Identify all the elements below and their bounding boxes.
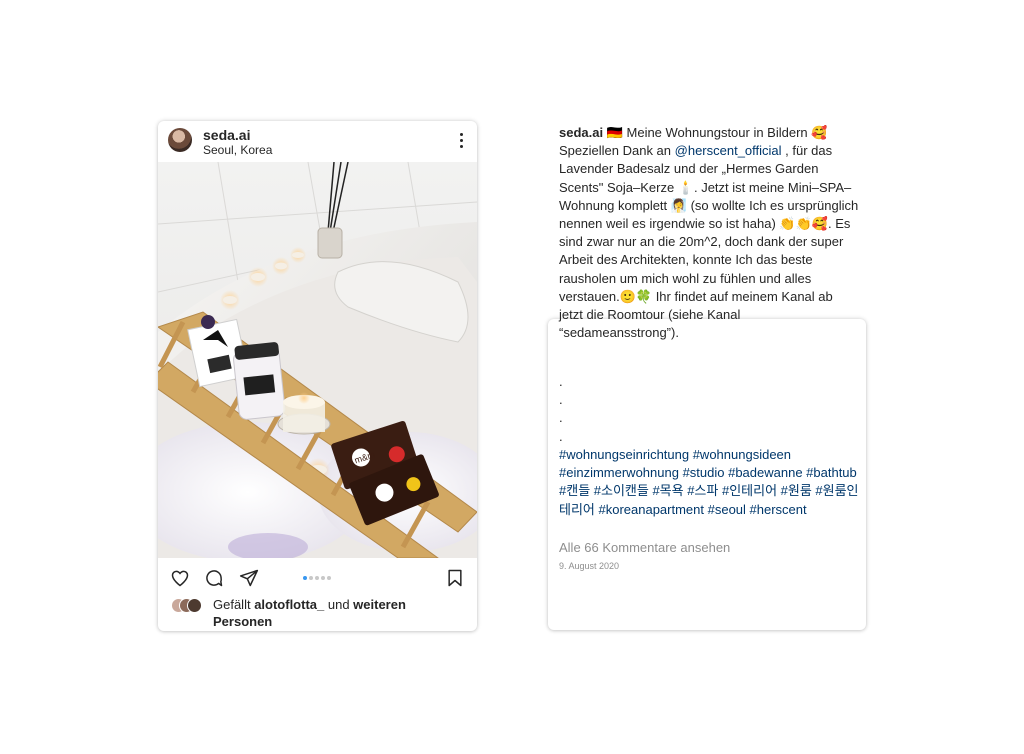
bookmark-icon[interactable] bbox=[445, 568, 465, 588]
post-card: seda.ai Seoul, Korea m&m Gefällt alotofl… bbox=[158, 121, 477, 631]
likes-text: Gefällt alotoflotta_ und weiteren Person… bbox=[213, 596, 463, 630]
caption-hashtags[interactable]: #wohnungseinrichtung #wohnungsideen #ein… bbox=[559, 446, 859, 519]
caption-dot: . bbox=[559, 392, 563, 408]
caption-dots: . . . . bbox=[559, 373, 579, 446]
likes-mid: und bbox=[324, 597, 354, 612]
carousel-indicator bbox=[303, 576, 333, 582]
post-date: 9. August 2020 bbox=[559, 561, 620, 571]
share-icon[interactable] bbox=[239, 568, 259, 588]
caption-dot: . bbox=[559, 410, 563, 426]
more-options-icon[interactable] bbox=[460, 133, 464, 149]
post-actions bbox=[158, 565, 477, 591]
likes-prefix: Gefällt bbox=[213, 597, 255, 612]
liker-avatars[interactable] bbox=[171, 598, 209, 613]
caption-dot: . bbox=[559, 428, 563, 444]
likes-user[interactable]: alotoflotta_ bbox=[254, 597, 324, 612]
post-header: seda.ai Seoul, Korea bbox=[158, 121, 477, 162]
caption-dot: . bbox=[559, 374, 563, 389]
post-image[interactable]: m&m bbox=[158, 162, 477, 558]
caption-text-2: , für das Lavender Badesalz und der „Her… bbox=[559, 143, 859, 341]
comment-icon[interactable] bbox=[204, 568, 224, 588]
caption-text: seda.ai 🇩🇪 Meine Wohnungstour in Bildern… bbox=[559, 124, 859, 342]
caption-mention[interactable]: @herscent_official bbox=[675, 143, 782, 158]
heart-icon[interactable] bbox=[170, 568, 190, 588]
avatar[interactable] bbox=[168, 128, 192, 152]
post-location[interactable]: Seoul, Korea bbox=[203, 143, 272, 157]
caption-username[interactable]: seda.ai bbox=[559, 125, 603, 140]
post-username[interactable]: seda.ai bbox=[203, 127, 250, 143]
view-comments-link[interactable]: Alle 66 Kommentare ansehen bbox=[559, 540, 730, 555]
